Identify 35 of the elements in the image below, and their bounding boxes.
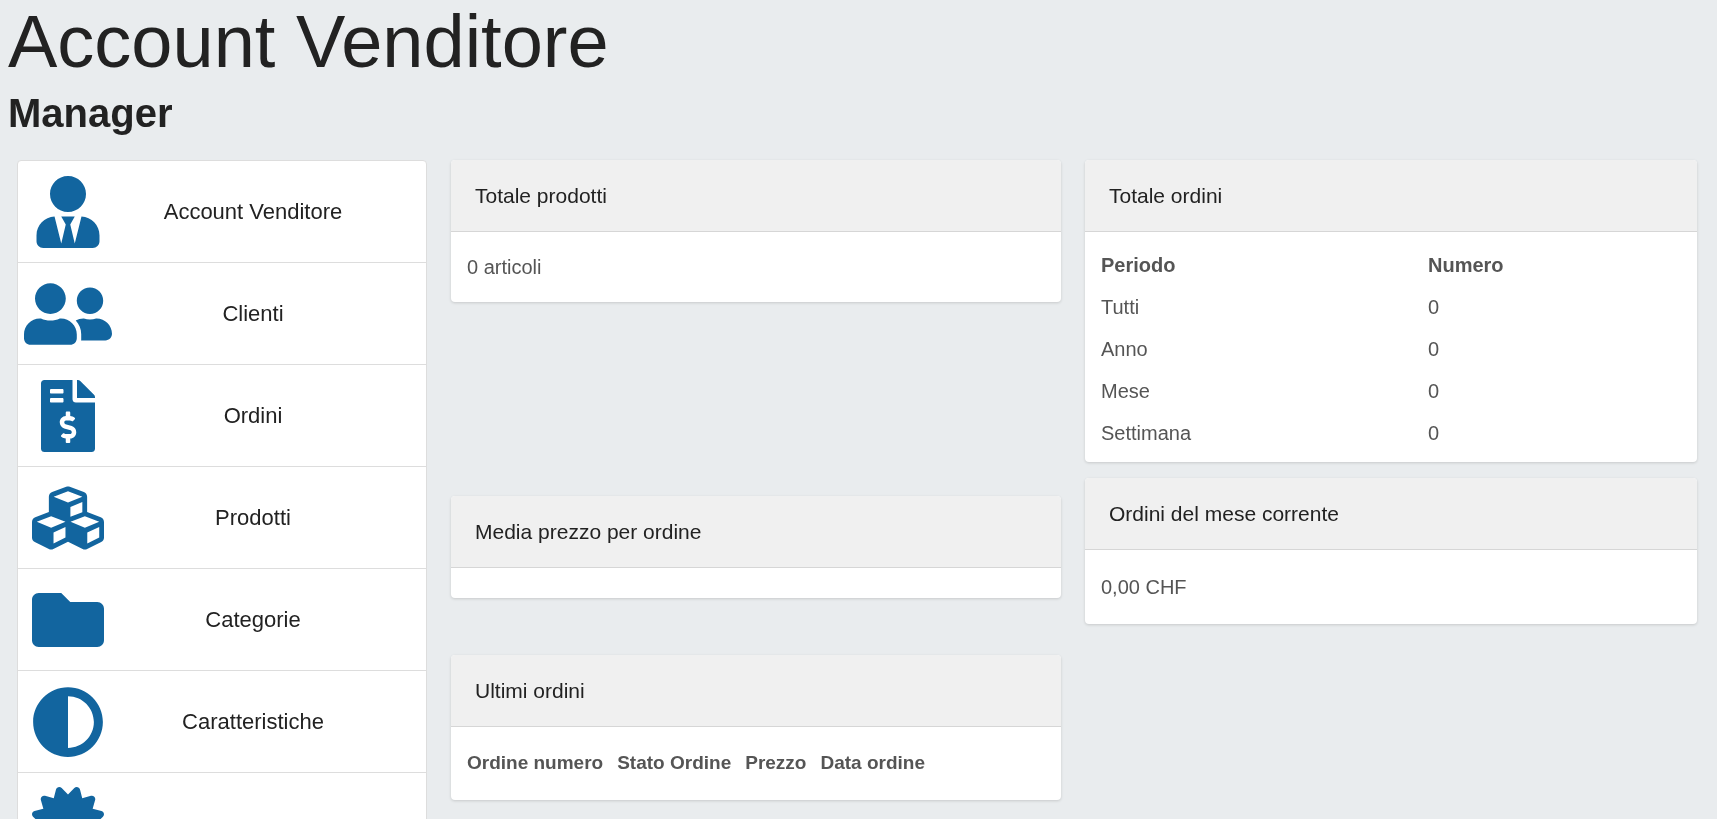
sidebar-label: Clienti bbox=[221, 300, 285, 328]
column-header: Data ordine bbox=[820, 751, 925, 775]
sidebar-item[interactable]: Categorie bbox=[18, 569, 426, 671]
column-header: Ordine numero bbox=[467, 751, 604, 775]
sidebar-item[interactable]: Clienti bbox=[18, 263, 426, 365]
month-total: 0,00 CHF bbox=[1100, 575, 1188, 600]
card-title: Totale prodotti bbox=[475, 182, 607, 209]
table-cell-text: Tutti bbox=[1101, 295, 1141, 320]
products-count: 0 articoli bbox=[466, 255, 543, 280]
sidebar-label: Account Venditore bbox=[162, 198, 344, 226]
sidebar-label: Prodotti bbox=[214, 504, 292, 532]
table-cell-text: 0 bbox=[1428, 337, 1441, 362]
sidebar-item[interactable]: Caratteristiche bbox=[18, 671, 426, 773]
table-cell-text: 0 bbox=[1428, 421, 1441, 446]
table-cell-text: 0 bbox=[1428, 295, 1441, 320]
column-header: Stato Ordine bbox=[617, 751, 732, 775]
card-title: Totale ordini bbox=[1109, 182, 1223, 209]
card-title: Media prezzo per ordine bbox=[475, 518, 702, 545]
sidebar-label: Categorie bbox=[204, 606, 302, 634]
page-subtitle: Manager bbox=[7, 90, 174, 137]
table-cell-text: Mese bbox=[1101, 379, 1151, 404]
sidebar-label: Ordini bbox=[222, 402, 284, 430]
column-header: Prezzo bbox=[745, 751, 807, 775]
column-header: Periodo bbox=[1101, 253, 1177, 278]
card-title: Ordini del mese corrente bbox=[1109, 500, 1339, 527]
column-header: Numero bbox=[1428, 253, 1505, 278]
sidebar-label: Caratteristiche bbox=[181, 708, 325, 736]
page-title: Account Venditore bbox=[7, 0, 610, 84]
sidebar-item[interactable]: Prodotti bbox=[18, 467, 426, 569]
table-cell-text: 0 bbox=[1428, 379, 1441, 404]
card-title: Ultimi ordini bbox=[475, 677, 585, 704]
sidebar-item[interactable]: Account Venditore bbox=[18, 161, 426, 263]
table-cell-text: Anno bbox=[1101, 337, 1149, 362]
sidebar-item[interactable]: Ordini bbox=[18, 365, 426, 467]
table-cell-text: Settimana bbox=[1101, 421, 1193, 446]
